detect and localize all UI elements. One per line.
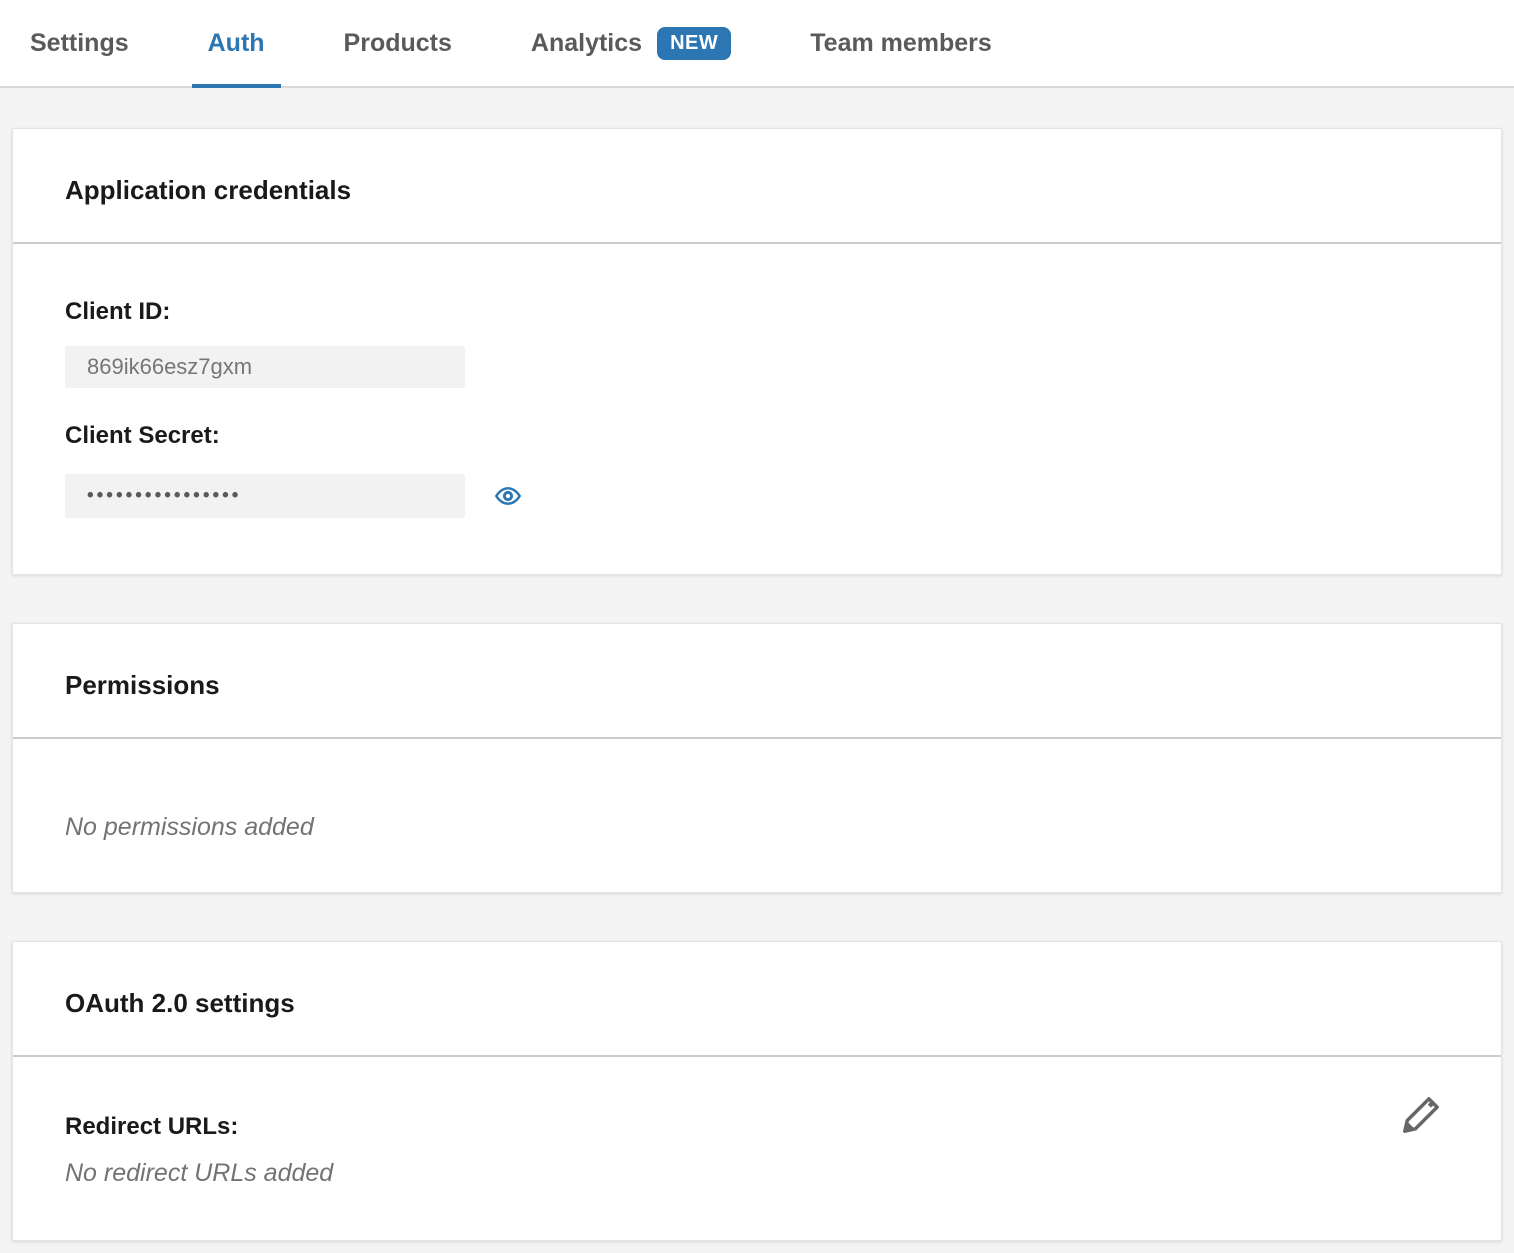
new-badge: NEW	[657, 27, 731, 60]
oauth-settings-title: OAuth 2.0 settings	[65, 988, 1449, 1019]
permissions-card: Permissions No permissions added	[12, 623, 1502, 893]
client-secret-label: Client Secret:	[65, 422, 1449, 450]
tab-team-members[interactable]: Team members	[794, 0, 1008, 86]
edit-redirect-urls-button[interactable]	[1399, 1091, 1445, 1137]
client-id-label: Client ID:	[65, 298, 1449, 326]
oauth-settings-body: Redirect URLs: No redirect URLs added	[13, 1057, 1501, 1240]
tab-settings[interactable]: Settings	[14, 0, 145, 86]
tab-bar: Settings Auth Products Analytics NEW Tea…	[0, 0, 1514, 88]
application-credentials-title: Application credentials	[65, 175, 1449, 206]
tab-analytics[interactable]: Analytics NEW	[515, 0, 747, 86]
tab-products-label: Products	[344, 29, 452, 58]
oauth-settings-card: OAuth 2.0 settings Redirect URLs: No red…	[12, 941, 1502, 1241]
redirect-urls-empty-text: No redirect URLs added	[65, 1159, 1449, 1188]
tab-auth-label: Auth	[208, 29, 265, 58]
oauth-settings-header: OAuth 2.0 settings	[13, 942, 1501, 1057]
tab-settings-label: Settings	[30, 29, 129, 58]
permissions-title: Permissions	[65, 670, 1449, 701]
application-credentials-card: Application credentials Client ID: 869ik…	[12, 128, 1502, 575]
page-content: Application credentials Client ID: 869ik…	[0, 88, 1514, 1253]
client-secret-value[interactable]: ••••••••••••••••	[65, 474, 465, 518]
application-credentials-body: Client ID: 869ik66esz7gxm Client Secret:…	[13, 244, 1501, 574]
client-secret-row: ••••••••••••••••	[65, 474, 1449, 518]
permissions-empty-text: No permissions added	[65, 813, 1449, 842]
permissions-header: Permissions	[13, 624, 1501, 739]
pencil-icon	[1399, 1125, 1445, 1140]
tab-team-members-label: Team members	[810, 29, 992, 58]
permissions-body: No permissions added	[13, 739, 1501, 892]
tab-auth[interactable]: Auth	[192, 0, 281, 86]
application-credentials-header: Application credentials	[13, 129, 1501, 244]
client-id-value[interactable]: 869ik66esz7gxm	[65, 346, 465, 388]
eye-icon	[489, 498, 527, 513]
reveal-secret-button[interactable]	[489, 482, 527, 510]
tab-analytics-label: Analytics	[531, 29, 642, 58]
tab-products[interactable]: Products	[328, 0, 468, 86]
redirect-urls-label: Redirect URLs:	[65, 1113, 1449, 1141]
